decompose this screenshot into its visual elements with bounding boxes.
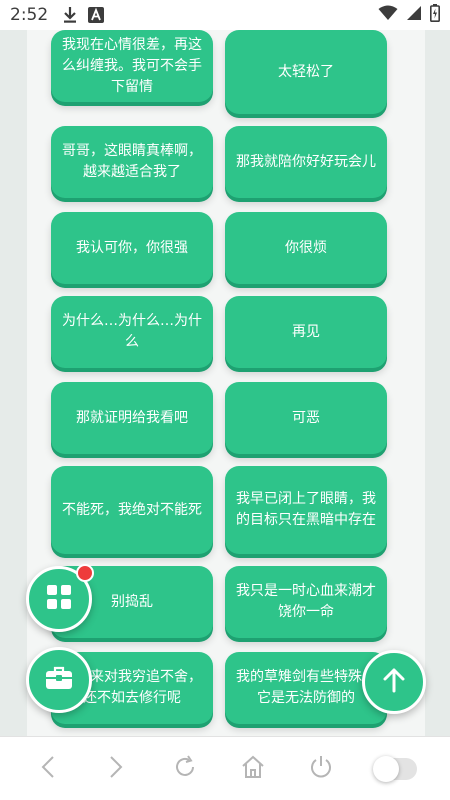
- arrow-up-icon: [382, 667, 406, 697]
- power-icon: [309, 755, 333, 783]
- sound-card[interactable]: 你很烦: [225, 212, 387, 284]
- status-right-icons: [378, 4, 440, 26]
- a-badge-icon: [88, 7, 105, 23]
- back-button[interactable]: [30, 751, 66, 787]
- home-button[interactable]: [235, 751, 271, 787]
- toolbox-button[interactable]: [26, 647, 92, 713]
- back-icon: [41, 755, 55, 783]
- notification-dot: [76, 564, 94, 582]
- battery-icon: [430, 4, 440, 26]
- refresh-icon: [173, 754, 197, 783]
- sound-card[interactable]: 太轻松了: [225, 30, 387, 114]
- toggle-track: [372, 755, 417, 782]
- sound-card[interactable]: 我只是一时心血来潮才饶你一命: [225, 566, 387, 638]
- sound-card[interactable]: 我认可你，你很强: [51, 212, 213, 284]
- status-time: 2:52: [10, 5, 49, 25]
- toggle-knob: [372, 755, 399, 782]
- forward-button[interactable]: [98, 751, 134, 787]
- download-icon: [62, 6, 78, 24]
- sound-card[interactable]: 我早已闭上了眼睛，我的目标只在黑暗中存在: [225, 466, 387, 554]
- sound-card[interactable]: 哥哥，这眼睛真棒啊，越来越适合我了: [51, 126, 213, 198]
- grid-icon: [46, 584, 72, 614]
- toolbox-icon: [45, 666, 73, 694]
- signal-icon: [406, 5, 422, 25]
- sound-card[interactable]: 再见: [225, 296, 387, 368]
- home-icon: [241, 755, 265, 783]
- wifi-icon: [378, 5, 398, 25]
- sound-card[interactable]: 我现在心情很差，再这么纠缠我。我可不会手下留情: [51, 30, 213, 102]
- sound-card[interactable]: 那我就陪你好好玩会儿: [225, 126, 387, 198]
- sound-card[interactable]: 为什么…为什么…为什么: [51, 296, 213, 368]
- power-button[interactable]: [303, 751, 339, 787]
- sound-card[interactable]: 可恶: [225, 382, 387, 454]
- sound-card[interactable]: 不能死，我绝对不能死: [51, 466, 213, 554]
- refresh-button[interactable]: [167, 751, 203, 787]
- forward-icon: [109, 755, 123, 783]
- content-panel[interactable]: 我现在心情很差，再这么纠缠我。我可不会手下留情 太轻松了 哥哥，这眼睛真棒啊，越…: [27, 30, 425, 736]
- toggle-switch[interactable]: [372, 751, 420, 787]
- bottom-nav-bar: [0, 736, 450, 800]
- sound-card[interactable]: 那就证明给我看吧: [51, 382, 213, 454]
- scroll-top-button[interactable]: [362, 650, 426, 714]
- status-bar: 2:52: [0, 0, 450, 30]
